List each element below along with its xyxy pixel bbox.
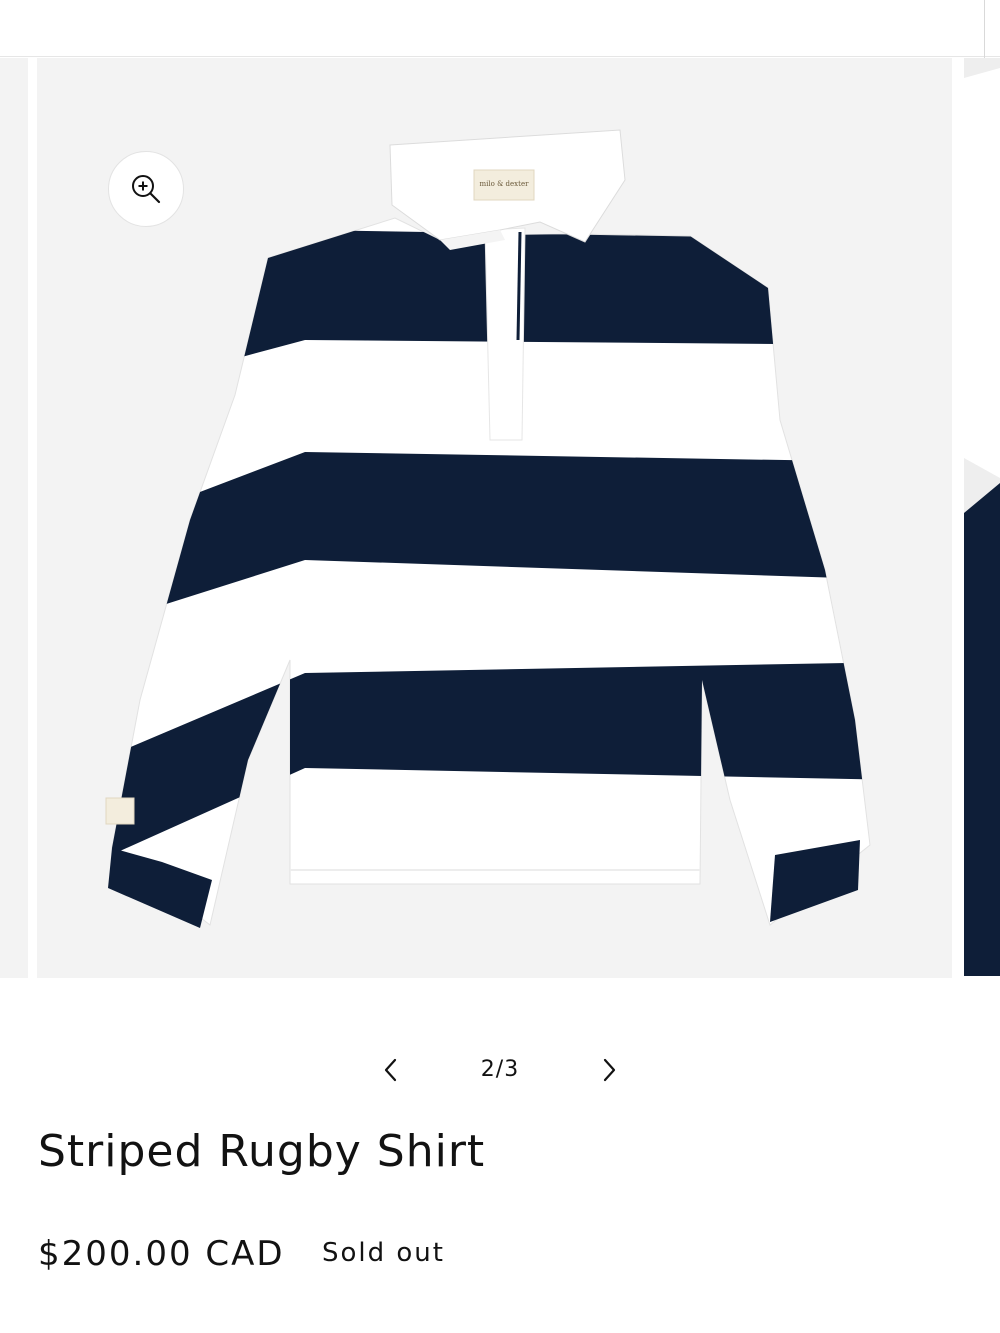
product-price: $200.00 CAD: [38, 1234, 285, 1274]
chevron-left-icon: [384, 1058, 397, 1082]
next-slide-peek[interactable]: [964, 58, 1000, 976]
previous-slide-button[interactable]: [375, 1054, 407, 1086]
collar-label-text: milo & dexter: [480, 180, 530, 188]
header-divider: [0, 56, 1000, 57]
scroll-indicator: [984, 0, 985, 60]
product-title: Striped Rugby Shirt: [38, 1126, 486, 1177]
next-slide-button[interactable]: [593, 1054, 625, 1086]
zoom-button[interactable]: [108, 151, 184, 227]
product-media-gallery[interactable]: milo & dexter: [0, 58, 1000, 978]
sleeve-tag: [105, 797, 135, 825]
sold-out-badge: Sold out: [322, 1238, 445, 1268]
slide-counter: 2/3: [480, 1057, 520, 1082]
slider-pagination: 2/3: [370, 1050, 630, 1090]
next-slide-image: [964, 58, 1000, 976]
product-image-slide[interactable]: milo & dexter: [37, 58, 952, 978]
zoom-in-icon: [132, 175, 161, 204]
previous-slide-peek[interactable]: [0, 58, 28, 978]
chevron-right-icon: [603, 1058, 616, 1082]
